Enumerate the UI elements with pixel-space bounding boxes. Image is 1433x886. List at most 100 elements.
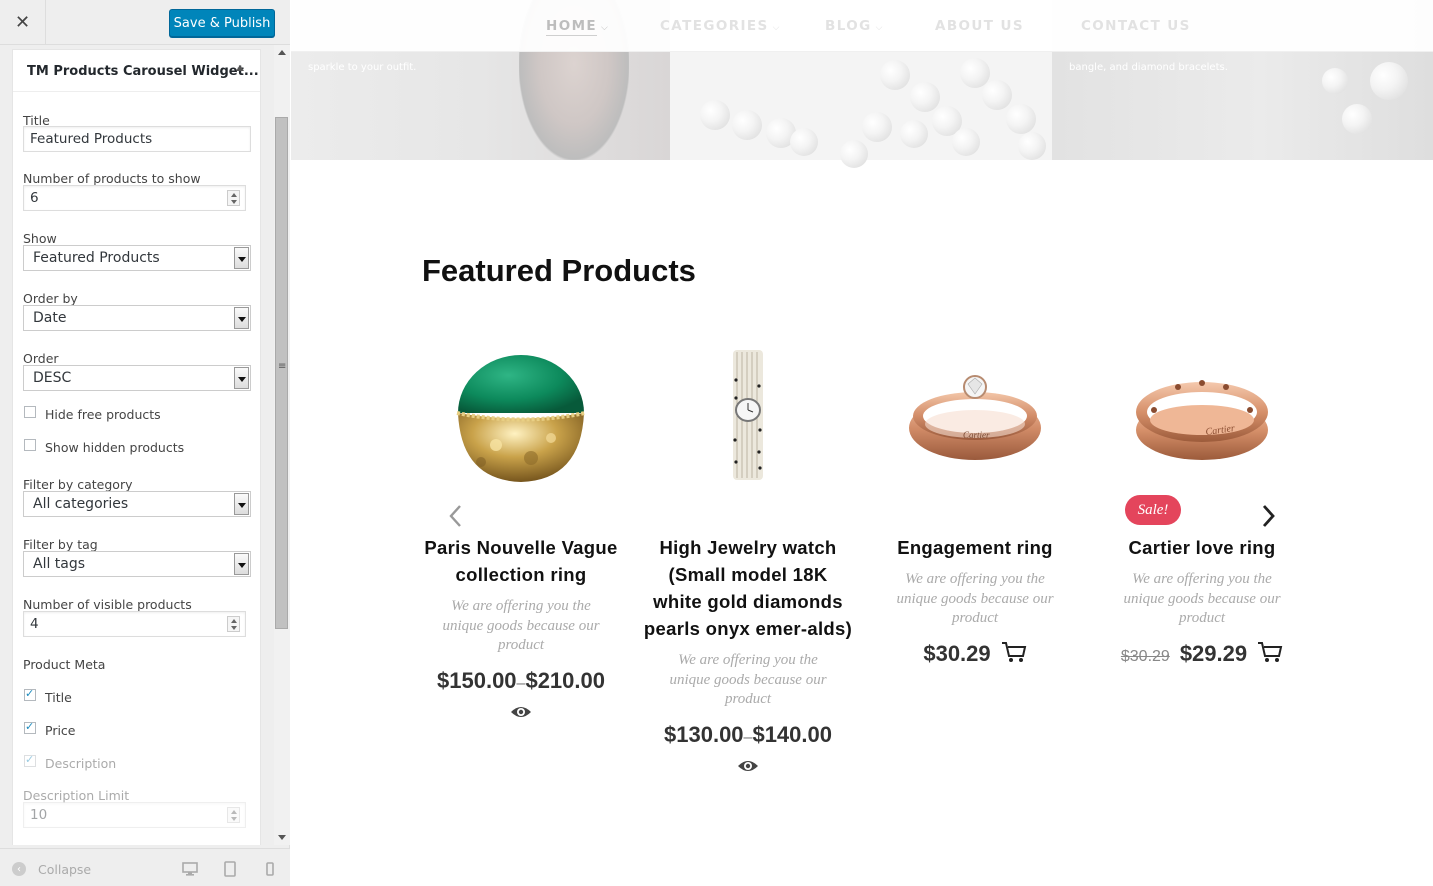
product-price: $30.29 <box>865 641 1085 667</box>
product-title[interactable]: Paris Nouvelle Vague collection ring <box>411 534 631 588</box>
dropdown-arrow-icon[interactable] <box>234 553 249 575</box>
filter-tag-select[interactable]: All tags <box>23 551 251 577</box>
product-title[interactable]: High Jewelry watch (Small model 18K whit… <box>638 534 858 642</box>
hero-right-text: bangle, and diamond bracelets. <box>1069 62 1228 73</box>
show-label: Show <box>23 231 57 246</box>
orderby-label: Order by <box>23 291 78 306</box>
product-card[interactable]: Cartier Cartier love ring We are offerin… <box>1092 340 1312 667</box>
product-image[interactable]: Cartier <box>1092 340 1312 490</box>
product-title[interactable]: Engagement ring <box>865 534 1085 561</box>
save-publish-button[interactable]: Save & Publish <box>169 9 275 37</box>
dropdown-arrow-icon[interactable] <box>234 493 249 515</box>
product-image[interactable]: Cartier <box>865 340 1085 490</box>
hero-banner: sparkle to your outfit. bangle, and diam… <box>291 0 1433 168</box>
nav-label: CATEGORIES <box>660 18 769 34</box>
green-ring-image <box>456 355 586 482</box>
nav-item-categories[interactable]: CATEGORIES ⌵ <box>660 18 781 34</box>
product-meta-label: Product Meta <box>23 657 106 672</box>
sidebar-scroll-area: TM Products Carousel Widget... Title Fea… <box>0 45 290 845</box>
nav-item-home[interactable]: HOME ⌵ <box>546 18 610 36</box>
nav-item-contact[interactable]: CONTACT US <box>1081 18 1191 34</box>
eye-icon[interactable] <box>510 704 532 720</box>
svg-text:Cartier: Cartier <box>963 430 990 440</box>
sale-badge: Sale! <box>1125 495 1181 525</box>
mobile-icon[interactable] <box>261 860 279 878</box>
product-price: $30.29 $29.29 <box>1092 641 1312 667</box>
price-to: $210.00 <box>525 667 605 693</box>
product-title[interactable]: Cartier love ring <box>1092 534 1312 561</box>
title-input[interactable]: Featured Products <box>23 126 251 152</box>
orderby-select-value: Date <box>33 310 67 326</box>
filter-category-select[interactable]: All categories <box>23 491 251 517</box>
price-to: $140.00 <box>752 721 832 747</box>
show-select[interactable]: Featured Products <box>23 245 251 271</box>
collapse-button[interactable]: Collapse <box>38 862 91 877</box>
scroll-up-icon[interactable] <box>278 50 286 55</box>
watch-image <box>733 350 763 480</box>
product-card[interactable]: Paris Nouvelle Vague collection ring We … <box>411 340 631 724</box>
spinner-icon[interactable] <box>227 616 240 632</box>
widget-header[interactable]: TM Products Carousel Widget... <box>13 50 260 92</box>
product-image[interactable] <box>411 340 631 490</box>
sidebar-header: ✕ Save & Publish <box>0 0 290 45</box>
close-icon: ✕ <box>14 12 31 33</box>
meta-description-checkbox[interactable] <box>24 753 36 767</box>
collapse-icon[interactable]: ‹ <box>12 862 26 876</box>
nav-item-about[interactable]: ABOUT US <box>935 18 1024 34</box>
chevron-down-icon: ⌵ <box>875 23 884 33</box>
nav-item-blog[interactable]: BLOG ⌵ <box>825 18 884 34</box>
show-hidden-label: Show hidden products <box>45 440 185 455</box>
order-select[interactable]: DESC <box>23 365 251 391</box>
num-products-value: 6 <box>30 190 39 206</box>
filter-tag-label: Filter by tag <box>23 537 98 552</box>
visible-products-label: Number of visible products <box>23 597 192 612</box>
description-limit-input[interactable]: 10 <box>23 802 246 828</box>
scroll-down-icon[interactable] <box>278 835 286 840</box>
meta-title-checkbox[interactable] <box>24 687 36 701</box>
chevron-down-icon: ⌵ <box>601 23 610 33</box>
description-limit-value: 10 <box>30 807 48 823</box>
scrollbar-thumb[interactable] <box>275 117 288 629</box>
sidebar-scrollbar[interactable] <box>274 45 290 845</box>
orderby-select[interactable]: Date <box>23 305 251 331</box>
meta-price-checkbox[interactable] <box>24 720 36 734</box>
price-from: $130.00 <box>664 721 744 747</box>
main-navigation: HOME ⌵ CATEGORIES ⌵ BLOG ⌵ ABOUT US CONTACT… <box>291 0 1433 52</box>
product-card[interactable]: Cartier Engagement ring We are offering … <box>865 340 1085 667</box>
product-description: We are offering you the unique goods bec… <box>442 598 600 653</box>
nav-label: HOME <box>546 18 598 34</box>
product-description: We are offering you the unique goods bec… <box>669 652 827 707</box>
eye-icon[interactable] <box>737 758 759 774</box>
collapse-arrow-icon[interactable] <box>236 65 244 71</box>
num-products-input[interactable]: 6 <box>23 185 246 211</box>
hide-free-label: Hide free products <box>45 407 161 422</box>
site-preview: sparkle to your outfit. bangle, and diam… <box>291 0 1433 886</box>
tablet-icon[interactable] <box>221 860 239 878</box>
dropdown-arrow-icon[interactable] <box>234 247 249 269</box>
description-limit-label: Description Limit <box>23 788 130 803</box>
section-title: Featured Products <box>422 253 696 288</box>
close-button[interactable]: ✕ <box>0 0 46 45</box>
visible-products-input[interactable]: 4 <box>23 611 246 637</box>
order-select-value: DESC <box>33 370 72 386</box>
dropdown-arrow-icon[interactable] <box>234 367 249 389</box>
chevron-down-icon: ⌵ <box>772 23 781 33</box>
add-to-cart-icon[interactable] <box>1257 641 1283 663</box>
add-to-cart-icon[interactable] <box>1001 641 1027 663</box>
sidebar-footer: ‹ Collapse <box>0 848 290 886</box>
customizer-sidebar: ✕ Save & Publish TM Products Carousel Wi… <box>0 0 290 886</box>
filter-category-label: Filter by category <box>23 477 133 492</box>
product-image[interactable] <box>638 340 858 490</box>
hide-free-checkbox[interactable] <box>24 406 36 418</box>
spinner-icon[interactable] <box>227 190 240 206</box>
meta-price-label: Price <box>45 723 76 738</box>
product-description: We are offering you the unique goods bec… <box>896 571 1054 626</box>
show-hidden-checkbox[interactable] <box>24 439 36 451</box>
product-card[interactable]: High Jewelry watch (Small model 18K whit… <box>638 340 858 778</box>
spinner-icon[interactable] <box>227 807 240 823</box>
old-price: $30.29 <box>1120 647 1170 665</box>
order-label: Order <box>23 351 59 366</box>
dropdown-arrow-icon[interactable] <box>234 307 249 329</box>
love-ring-image: Cartier <box>1136 380 1268 460</box>
desktop-icon[interactable] <box>181 860 199 878</box>
